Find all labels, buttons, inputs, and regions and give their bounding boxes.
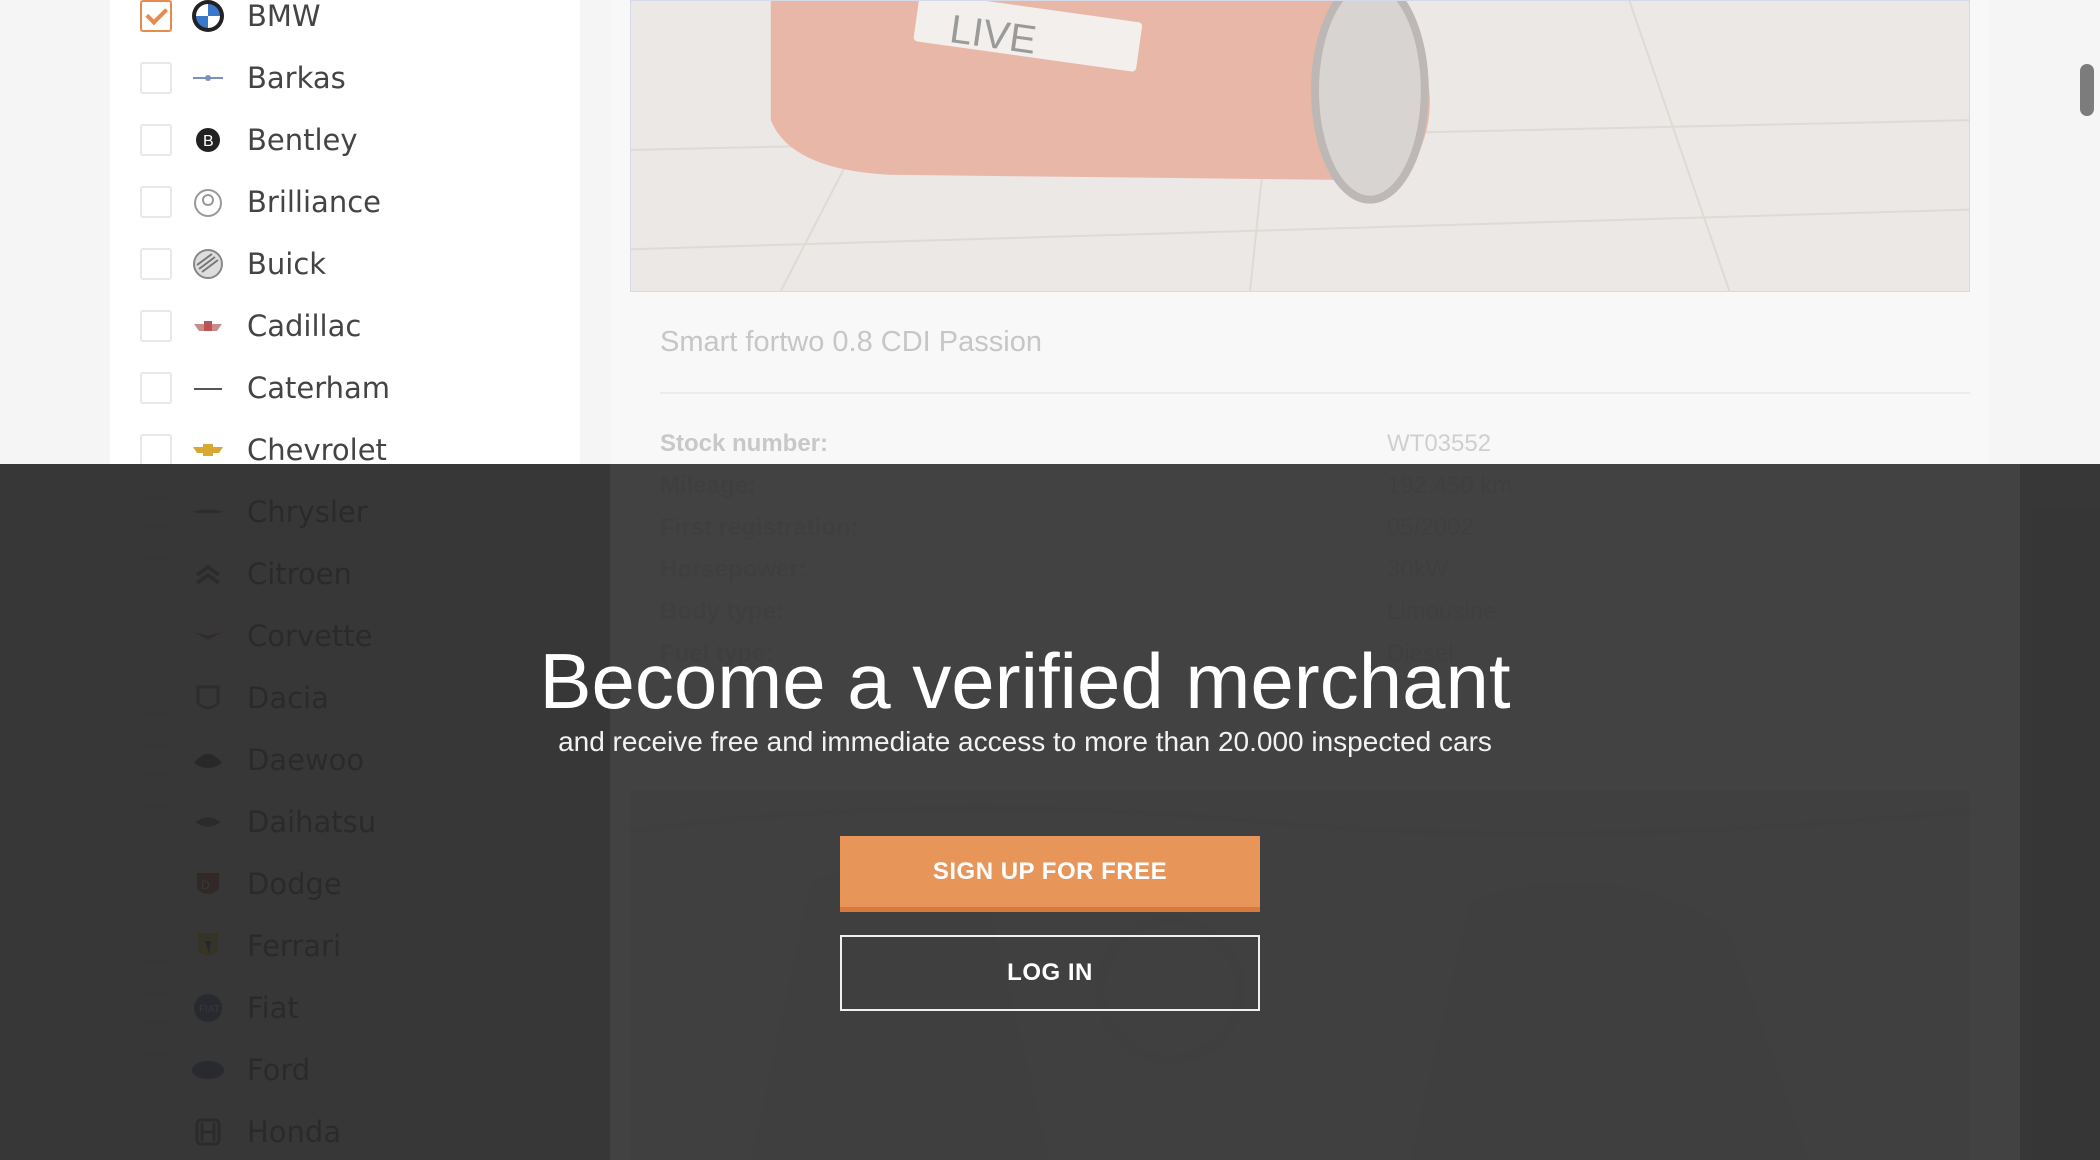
spec-value: WT03552 [1387,430,1492,457]
brand-checkbox[interactable] [140,0,172,32]
brand-label: Caterham [247,371,391,405]
modal-subtitle: and receive free and immediate access to… [558,726,1492,757]
spec-label: Stock number: [660,430,829,457]
brand-checkbox[interactable] [140,248,172,280]
brand-checkbox[interactable] [140,310,172,342]
brand-filter-item[interactable]: BMW [140,0,321,36]
brand-label: Buick [247,247,327,281]
brand-filter-item[interactable]: Buick [140,244,326,284]
car-title[interactable]: Smart fortwo 0.8 CDI Passion [660,326,1042,359]
buick-logo-icon [189,245,227,283]
login-button[interactable]: LOG IN [840,935,1260,1011]
bentley-logo-icon: B [189,121,227,159]
brand-checkbox[interactable] [140,186,172,218]
caterham-logo-icon [189,369,227,407]
brand-checkbox[interactable] [140,62,172,94]
overlay-window-shade [610,464,2020,1160]
brand-filter-item[interactable]: B Bentley [140,120,358,160]
brand-checkbox[interactable] [140,434,172,466]
divider [660,392,1970,394]
brand-label: Barkas [247,61,346,95]
brand-filter-item[interactable]: Cadillac [140,306,361,346]
brand-checkbox[interactable] [140,372,172,404]
brand-label: Bentley [247,123,358,157]
modal-title: Become a verified merchant [539,637,1511,725]
brand-filter-item[interactable]: Barkas [140,58,346,98]
car-photo[interactable]: LIVE [630,0,1970,292]
brand-label: BMW [247,0,321,33]
brand-label: Chevrolet [247,433,387,467]
scrollbar-thumb[interactable] [2080,64,2094,116]
svg-text:B: B [203,133,214,150]
brand-filter-item[interactable]: Brilliance [140,182,381,222]
cadillac-logo-icon [189,307,227,345]
brand-label: Brilliance [247,185,381,219]
brand-label: Cadillac [247,309,362,343]
signup-overlay: Become a verified merchant and receive f… [0,464,2100,1160]
barkas-logo-icon [189,59,227,97]
signup-button[interactable]: SIGN UP FOR FREE [840,836,1260,912]
bmw-logo-icon [189,0,227,35]
brilliance-logo-icon [189,183,227,221]
brand-checkbox[interactable] [140,124,172,156]
brand-filter-item[interactable]: Caterham [140,368,390,408]
